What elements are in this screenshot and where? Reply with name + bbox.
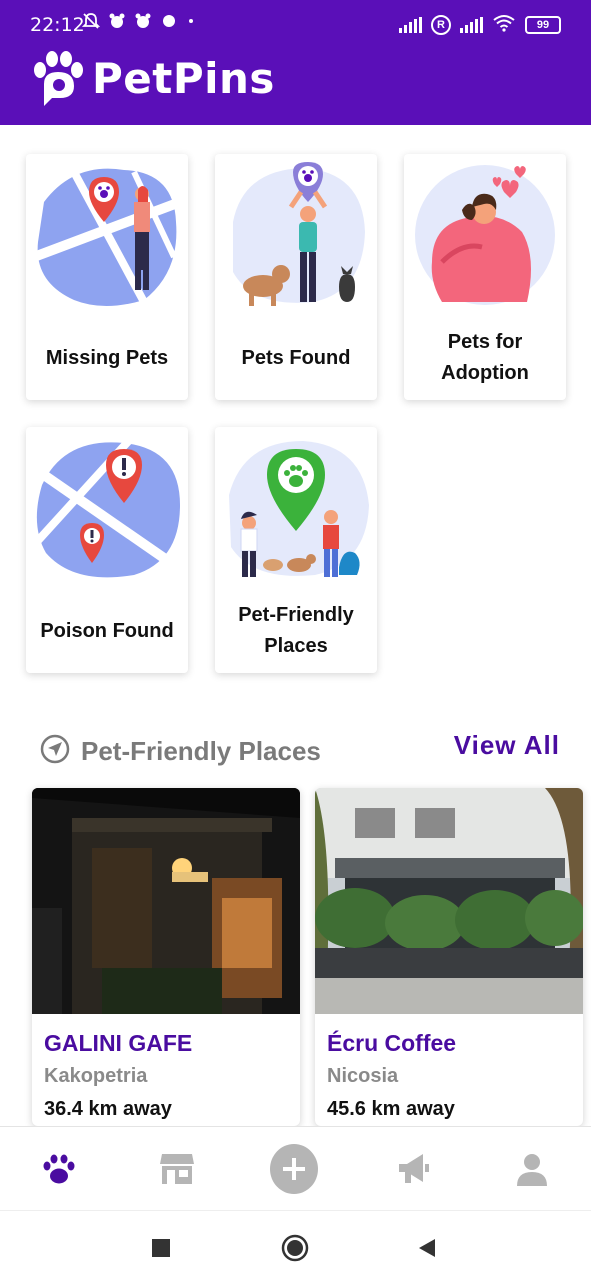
- small-dot-icon: [186, 12, 196, 35]
- category-card-pet-friendly-places[interactable]: Pet-Friendly Places: [215, 427, 377, 673]
- battery-icon: 99: [525, 15, 561, 34]
- map-warning-pin-icon: [34, 435, 180, 578]
- nav-paw-icon[interactable]: [35, 1145, 83, 1193]
- app-header: 22:12 R 99 PetPins: [0, 0, 591, 125]
- nav-user-icon[interactable]: [508, 1145, 556, 1193]
- navigation-arrow-icon: [40, 734, 70, 764]
- category-label: Poison Found: [40, 620, 174, 642]
- app-title: PetPins: [92, 53, 275, 103]
- recent-apps-button[interactable]: [146, 1233, 176, 1263]
- place-city: Kakopetria: [44, 1065, 148, 1087]
- nav-add-button[interactable]: [270, 1144, 318, 1194]
- brand-logo: PetPins: [30, 50, 275, 106]
- add-icon: [270, 1144, 318, 1194]
- category-label: Pet-Friendly Places: [238, 604, 354, 657]
- map-pin-paw-icon: [34, 168, 180, 306]
- person-hugging-pet-icon: [415, 165, 555, 305]
- status-bar: 22:12 R 99: [0, 0, 591, 50]
- back-triangle-icon: [419, 1239, 435, 1257]
- signal-icon: [460, 16, 483, 33]
- circle-icon: [281, 1234, 309, 1262]
- paw-icon: [43, 1154, 75, 1184]
- place-city: Nicosia: [327, 1065, 399, 1087]
- wifi-icon: [492, 14, 516, 35]
- megaphone-icon: [399, 1154, 429, 1183]
- category-card-missing-pets[interactable]: Missing Pets: [26, 154, 188, 400]
- paw-logo-icon: [34, 51, 83, 106]
- mute-bell-icon: [81, 12, 101, 35]
- section-header: Pet-Friendly Places View All: [40, 730, 560, 770]
- system-icons: R 99: [399, 14, 561, 35]
- dot-icon: [160, 12, 178, 35]
- category-card-pets-found[interactable]: Pets Found: [215, 154, 377, 400]
- bottom-navigation: [0, 1126, 591, 1210]
- place-name: Écru Coffee: [327, 1030, 457, 1056]
- place-card[interactable]: GALINI GAFE Kakopetria 36.4 km away: [32, 788, 300, 1126]
- place-distance: 36.4 km away: [44, 1098, 172, 1120]
- place-distance: 45.6 km away: [327, 1098, 455, 1120]
- app-notification-icon: [134, 12, 152, 35]
- nav-store-icon[interactable]: [153, 1145, 201, 1193]
- nav-megaphone-icon[interactable]: [389, 1145, 437, 1193]
- store-icon: [160, 1154, 194, 1184]
- category-card-pets-for-adoption[interactable]: Pets for Adoption: [404, 154, 566, 400]
- green-paw-pin-icon: [229, 441, 369, 577]
- category-label: Missing Pets: [45, 347, 169, 369]
- view-all-link[interactable]: View All: [454, 730, 560, 761]
- person-holding-pin-icon: [233, 162, 365, 306]
- status-time: 22:12: [30, 14, 85, 36]
- place-card[interactable]: Écru Coffee Nicosia 45.6 km away: [315, 788, 583, 1126]
- place-photo: [315, 788, 583, 1014]
- user-icon: [517, 1154, 547, 1186]
- category-card-poison-found[interactable]: Poison Found: [26, 427, 188, 673]
- system-navigation-bar: [0, 1210, 591, 1280]
- place-photo: [32, 788, 300, 1014]
- back-button[interactable]: [412, 1233, 442, 1263]
- home-button[interactable]: [280, 1233, 310, 1263]
- category-label: Pets for Adoption: [441, 331, 529, 384]
- square-icon: [152, 1239, 170, 1257]
- notification-icons: [81, 12, 196, 35]
- signal-icon: [399, 16, 422, 33]
- section-title: Pet-Friendly Places: [81, 736, 321, 766]
- app-notification-icon: [108, 12, 126, 35]
- category-label: Pets Found: [241, 347, 351, 369]
- place-name: GALINI GAFE: [44, 1030, 193, 1056]
- registered-icon: R: [431, 14, 451, 35]
